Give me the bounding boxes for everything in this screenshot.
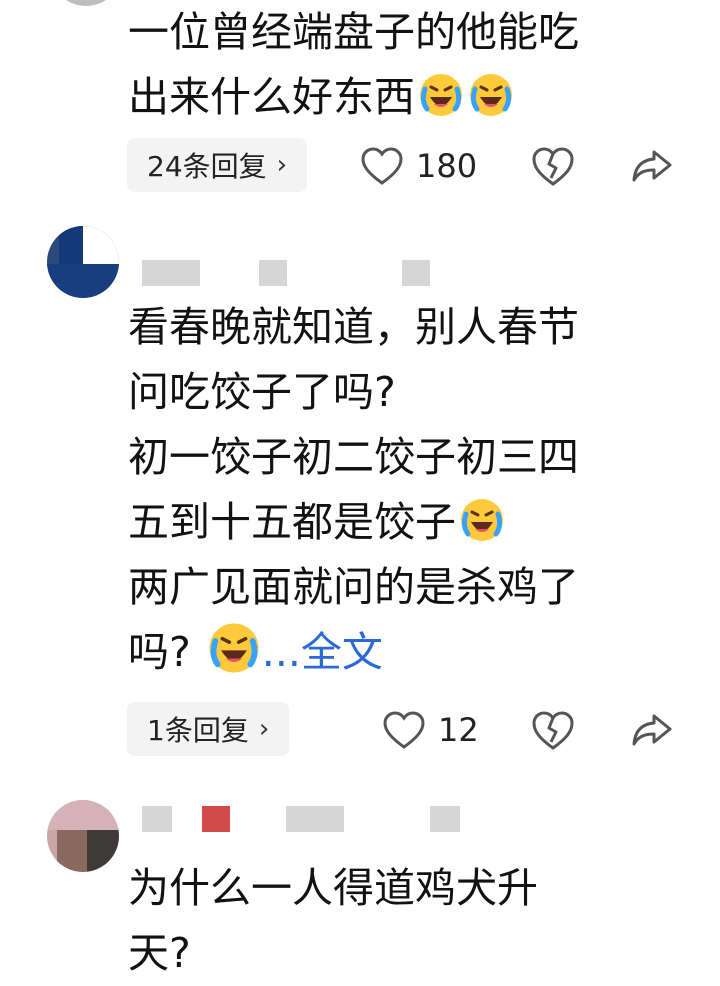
blurred-block bbox=[142, 260, 200, 286]
broken-heart-icon[interactable] bbox=[531, 708, 575, 752]
laughing-crying-emoji-icon bbox=[461, 499, 503, 541]
comment-line: 天? bbox=[128, 929, 191, 977]
chevron-right-icon: › bbox=[276, 150, 288, 180]
view-replies-button[interactable]: 1条回复 › bbox=[127, 702, 290, 756]
blurred-block bbox=[286, 806, 344, 832]
comment-line-text: 吗? bbox=[128, 628, 204, 676]
comment-text: 一位曾经端盘子的他能吃 出来什么好东西 bbox=[128, 0, 688, 130]
comment-line: 吗? ...全文 bbox=[128, 620, 688, 685]
reply-count-label: 24条回复 bbox=[147, 150, 267, 183]
read-more-link[interactable]: ...全文 bbox=[262, 628, 383, 676]
laughing-crying-emoji-icon bbox=[209, 623, 259, 673]
blurred-block bbox=[142, 806, 172, 832]
blurred-block bbox=[402, 260, 430, 286]
laughing-crying-emoji-icon bbox=[420, 74, 462, 116]
chevron-right-icon: › bbox=[258, 714, 270, 744]
blurred-block bbox=[202, 806, 230, 832]
avatar[interactable] bbox=[47, 800, 119, 872]
comment-line: 问吃饺子了吗? bbox=[128, 368, 396, 416]
comment-line: 出来什么好东西 bbox=[128, 65, 688, 130]
blurred-block bbox=[430, 806, 460, 832]
avatar-partial[interactable] bbox=[50, 0, 122, 6]
comment-line-text: 出来什么好东西 bbox=[128, 73, 415, 121]
like-count: 12 bbox=[438, 711, 479, 749]
username-blurred[interactable] bbox=[142, 256, 442, 286]
blurred-block bbox=[259, 260, 287, 286]
heart-outline-icon bbox=[383, 711, 425, 749]
comment-line: 初一饺子初二饺子初三四 bbox=[128, 433, 579, 481]
view-replies-button[interactable]: 24条回复 › bbox=[127, 138, 308, 192]
comment-text: 看春晚就知道，别人春节 问吃饺子了吗? 初一饺子初二饺子初三四 五到十五都是饺子… bbox=[128, 295, 688, 685]
share-arrow-icon[interactable] bbox=[630, 144, 674, 188]
comment-line-text: 五到十五都是饺子 bbox=[128, 498, 456, 546]
like-button[interactable]: 12 bbox=[382, 708, 479, 752]
like-count: 180 bbox=[416, 147, 478, 185]
comment-text: 为什么一人得道鸡犬升 天? bbox=[128, 856, 688, 986]
like-button[interactable]: 180 bbox=[360, 144, 477, 188]
avatar[interactable] bbox=[47, 226, 119, 298]
comment-actions: 1条回复 › 12 bbox=[0, 702, 720, 758]
comment-line: 一位曾经端盘子的他能吃 bbox=[128, 8, 579, 56]
comment-line: 看春晚就知道，别人春节 bbox=[128, 303, 579, 351]
comment-line: 五到十五都是饺子 bbox=[128, 490, 688, 555]
laughing-crying-emoji-icon bbox=[470, 74, 512, 116]
heart-outline-icon bbox=[361, 147, 403, 185]
share-arrow-icon[interactable] bbox=[630, 708, 674, 752]
comment-line: 两广见面就问的是杀鸡了 bbox=[128, 563, 579, 611]
username-blurred[interactable] bbox=[142, 806, 472, 836]
reply-count-label: 1条回复 bbox=[147, 714, 249, 747]
comment-line: 为什么一人得道鸡犬升 bbox=[128, 864, 538, 912]
broken-heart-icon[interactable] bbox=[531, 144, 575, 188]
comment-actions: 24条回复 › 180 bbox=[0, 138, 720, 194]
